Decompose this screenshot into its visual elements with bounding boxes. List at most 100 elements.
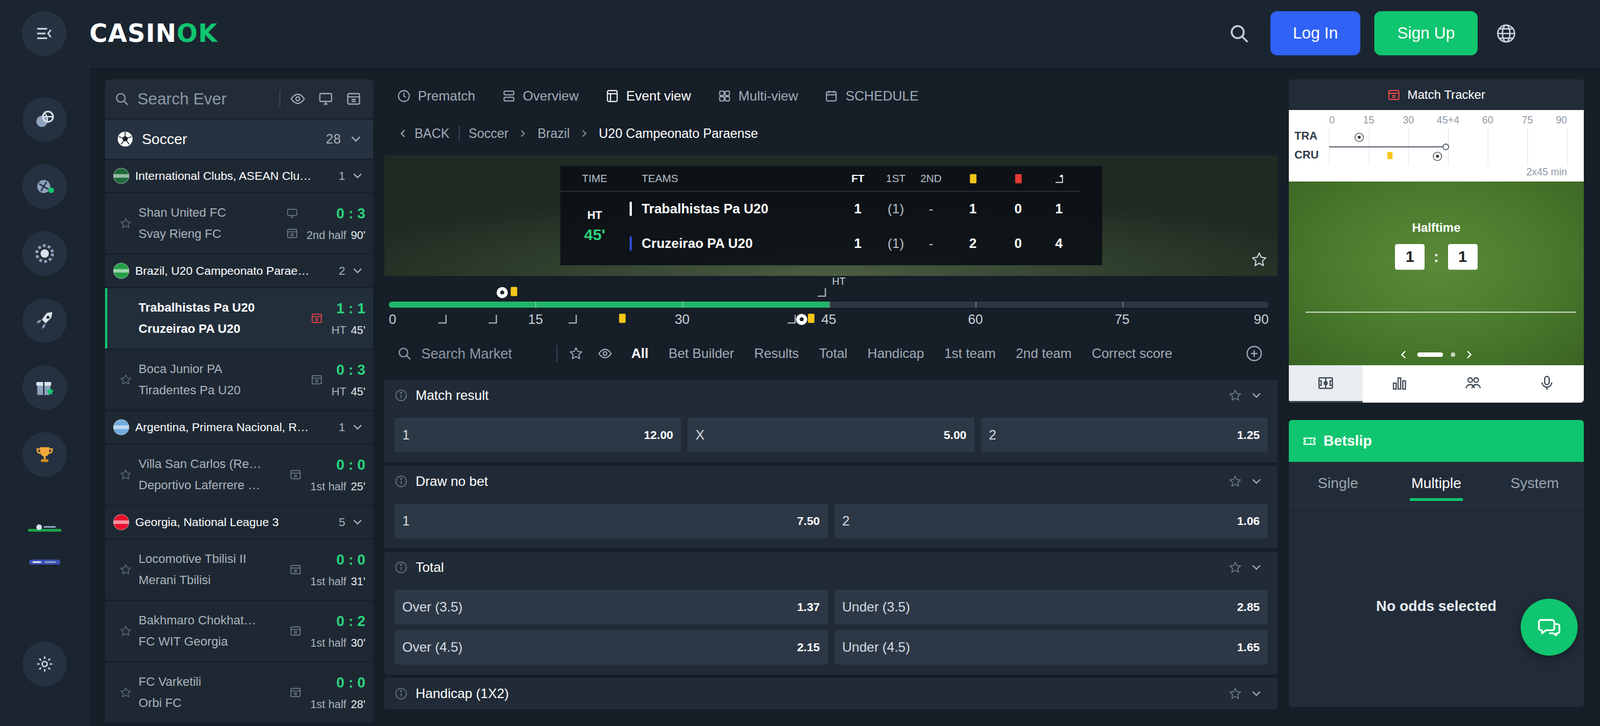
match-format: 2x45 min — [1526, 166, 1568, 179]
odds-button[interactable]: X5.00 — [687, 417, 975, 453]
corner-icon — [436, 312, 449, 326]
league-name: Argentina, Primera Nacional, R… — [135, 420, 333, 435]
chevron-down-icon[interactable] — [1249, 687, 1264, 701]
chevron-down-icon[interactable] — [1249, 388, 1264, 403]
login-button[interactable]: Log In — [1270, 11, 1361, 56]
market-header[interactable]: Match result — [384, 379, 1278, 412]
favorite-star-icon[interactable] — [119, 625, 132, 638]
favorite-star-icon[interactable] — [119, 563, 132, 576]
goal-ball-icon — [1354, 132, 1365, 143]
minute: 28' — [350, 698, 366, 712]
sport-row[interactable]: Soccer28 — [105, 119, 374, 159]
odds-button[interactable]: Over (3.5)1.37 — [394, 589, 828, 625]
odds-button[interactable]: 17.50 — [394, 503, 828, 539]
event-row[interactable]: Shan United FCSvay Rieng FC0 : 32nd half… — [105, 193, 374, 254]
partner-logo-icon[interactable] — [26, 522, 63, 535]
market-tab[interactable]: Correct score — [1091, 345, 1173, 362]
star-icon[interactable] — [1228, 474, 1242, 489]
add-market-button[interactable] — [1243, 342, 1266, 365]
favorite-star-icon[interactable] — [1250, 251, 1268, 269]
favorite-star-icon[interactable] — [119, 686, 132, 699]
odds-button[interactable]: Over (4.5)2.15 — [394, 630, 828, 665]
event-row[interactable]: Bakhmaro Chokhat…FC WIT Georgia0 : 21st … — [105, 601, 374, 662]
market-tab[interactable]: Results — [754, 345, 799, 362]
back-button[interactable]: BACK — [396, 126, 450, 142]
market-tab[interactable]: Bet Builder — [668, 345, 735, 362]
market-header[interactable]: Total — [384, 551, 1278, 584]
view-tab[interactable]: Event view — [605, 88, 692, 104]
logo[interactable]: CASINOK — [89, 18, 218, 48]
carousel-dot[interactable] — [1417, 352, 1444, 357]
tracker-tab[interactable] — [1362, 365, 1437, 403]
rail-button[interactable] — [22, 97, 68, 142]
settings-button[interactable] — [22, 641, 68, 687]
star-icon[interactable] — [1228, 388, 1242, 403]
event-row[interactable]: Trabalhistas Pa U20Cruzeirao PA U201 : 1… — [105, 288, 374, 349]
chat-button[interactable] — [1520, 598, 1578, 656]
rail-button[interactable] — [22, 432, 68, 478]
event-search-input[interactable] — [136, 89, 273, 109]
tracker-filter-button[interactable] — [343, 88, 365, 110]
view-tab[interactable]: Overview — [501, 88, 579, 104]
market-header[interactable]: Draw no bet — [384, 465, 1278, 498]
event-row[interactable]: Villa San Carlos (Re…Deportivo Laferrere… — [105, 444, 374, 506]
partner-logo-icon[interactable] — [26, 556, 63, 568]
scoreboard: TIMETEAMSFT1ST2NDHT45'Trabalhistas Pa U2… — [560, 165, 1103, 266]
carousel-dot[interactable] — [1450, 352, 1456, 357]
betslip-tab[interactable]: Single — [1288, 462, 1388, 505]
event-row[interactable]: FC VarketiliOrbi FC0 : 01st half28' — [105, 662, 374, 723]
market-search-input[interactable] — [420, 345, 549, 363]
tracker-tab[interactable] — [1436, 365, 1511, 403]
market-tab[interactable]: Total — [818, 345, 848, 362]
view-tab[interactable]: SCHEDULE — [824, 88, 919, 104]
star-icon[interactable] — [1228, 560, 1242, 575]
tracker-tab[interactable] — [1510, 365, 1584, 403]
rail-button[interactable] — [22, 365, 68, 411]
league-row[interactable]: Georgia, National League 35 — [105, 506, 374, 539]
stream-filter-button[interactable] — [315, 88, 337, 110]
star-icon[interactable] — [1228, 687, 1242, 701]
signup-button[interactable]: Sign Up — [1374, 11, 1478, 56]
chevron-left-icon[interactable] — [1397, 348, 1410, 361]
favorites-filter-button[interactable] — [565, 343, 587, 365]
betslip-tab[interactable]: System — [1485, 462, 1584, 505]
betslip-tab[interactable]: Multiple — [1387, 462, 1486, 505]
rail-button[interactable] — [22, 298, 68, 344]
watch-filter-button[interactable] — [287, 88, 309, 110]
tracker-tab[interactable] — [1288, 365, 1363, 403]
odds-button[interactable]: Under (3.5)2.85 — [834, 589, 1269, 625]
market-tab[interactable]: Handicap — [867, 345, 925, 362]
market-tab[interactable]: All — [631, 345, 649, 362]
odds-button[interactable]: 21.25 — [981, 417, 1268, 453]
search-button[interactable] — [1226, 21, 1252, 46]
chevron-down-icon[interactable] — [1249, 560, 1264, 575]
view-tab[interactable]: Multi-view — [717, 88, 799, 104]
odds-button[interactable]: 21.06 — [834, 503, 1269, 539]
league-row[interactable]: Brazil, U20 Campeonato Parae…2 — [105, 254, 374, 288]
breadcrumb-item[interactable]: Soccer — [468, 126, 509, 142]
view-tab[interactable]: Prematch — [396, 88, 476, 104]
league-row[interactable]: Argentina, Primera Nacional, R…1 — [105, 411, 374, 444]
market-tab[interactable]: 1st team — [944, 345, 996, 362]
favorite-star-icon[interactable] — [119, 468, 132, 482]
chevron-right-icon[interactable] — [1463, 348, 1476, 361]
odds-button[interactable]: Under (4.5)1.65 — [834, 630, 1269, 665]
event-row[interactable]: Locomotive Tbilisi IIMerani Tbilisi0 : 0… — [105, 539, 374, 600]
selected-underline — [1409, 498, 1464, 502]
rail-button[interactable] — [22, 164, 68, 209]
chevron-down-icon[interactable] — [1249, 474, 1264, 489]
market-tabs: All Bet Builder Results Total Handicap 1st te… — [631, 345, 1173, 362]
favorite-star-icon[interactable] — [119, 217, 132, 230]
odds-button[interactable]: 112.00 — [394, 417, 682, 453]
breadcrumb-item[interactable]: Brazil — [537, 126, 570, 142]
logo-main-text: CASIN — [89, 18, 177, 48]
event-row[interactable]: Boca Junior PATiradentes Pa U200 : 3HT45… — [105, 349, 374, 411]
league-row[interactable]: International Clubs, ASEAN Clu…1 — [105, 159, 374, 193]
menu-button[interactable] — [21, 11, 67, 56]
favorite-star-icon[interactable] — [119, 373, 132, 387]
language-button[interactable] — [1493, 21, 1519, 46]
rail-button[interactable] — [22, 231, 68, 276]
market-tab[interactable]: 2nd team — [1015, 345, 1072, 362]
market-header[interactable]: Handicap (1X2) — [384, 678, 1278, 710]
visibility-button[interactable] — [594, 343, 616, 365]
